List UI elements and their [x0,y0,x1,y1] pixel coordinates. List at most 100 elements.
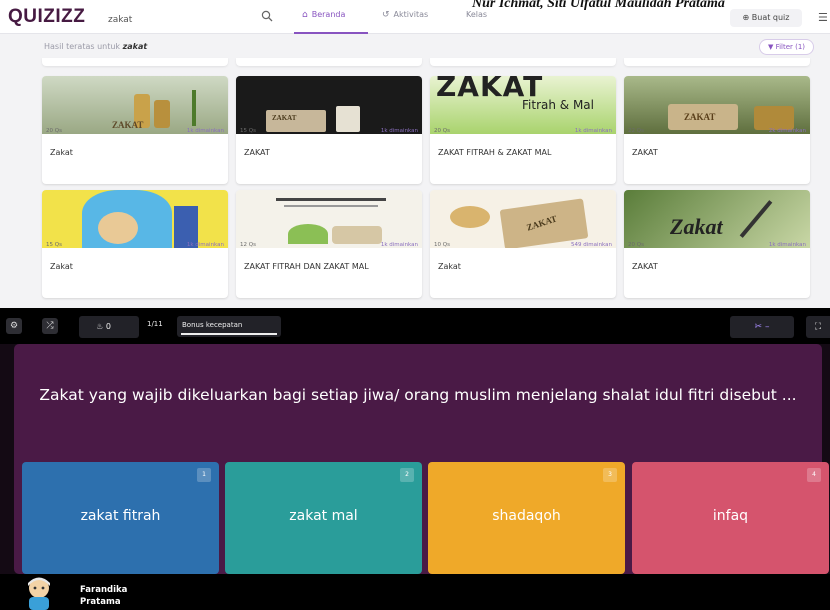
filter-button[interactable]: ▼ Filter (1) [759,39,814,55]
play-count: 1k dimainkan [768,242,806,248]
streak-value: 0 [105,322,111,331]
shuffle-icon: ⤮ [46,321,54,331]
results-heading-prefix: Hasil teratas untuk [44,42,121,51]
card-thumbnail: ZAKAT [430,190,616,248]
option-label: infaq [712,508,749,524]
tab-aktivitas[interactable]: ↺ Aktivitas [382,10,428,34]
quiz-card[interactable]: 15 Qs 1k dimainkan Zakat [42,190,228,298]
option-number: 4 [807,468,821,482]
plus-circle-icon: ⊕ [742,13,750,22]
card-stub [236,58,422,66]
option-label: shadaqoh [492,508,561,524]
question-count: 15 Qs [46,242,62,248]
quizizz-logo[interactable]: QUIZIZZ [8,6,85,28]
card-thumbnail [236,190,422,248]
card-title: Zakat [50,262,73,271]
speed-bonus-bar [181,333,277,335]
card-title: Zakat [438,262,461,271]
question-count: 10 Qs [434,242,450,248]
powerup-button[interactable]: ✂ – [730,316,794,338]
tab-beranda[interactable]: ⌂ Beranda [294,10,368,34]
fullscreen-button[interactable]: ⛶ [806,316,830,338]
option-number: 1 [197,468,211,482]
history-icon: ↺ [382,10,390,20]
question-count: 20 Qs [434,128,450,134]
game-toolbar: ⚙ ⤮ ♨ 0 1/11 Bonus kecepatan ✂ – ⛶ [0,308,830,344]
question-counter: 1/11 [147,320,163,328]
card-thumbnail: ZAKAT [42,76,228,134]
thumb-text: Zakat [670,214,723,239]
quiz-card[interactable]: Zakat 20 Qs 1k dimainkan ZAKAT [624,190,810,298]
question-count: 20 Qs [628,242,644,248]
answer-option-2[interactable]: 2 zakat mal [225,462,422,574]
card-stub [42,58,228,66]
powerup-label: – [764,322,770,332]
card-title: ZAKAT [244,148,270,157]
play-count: 1k dimainkan [186,128,224,134]
play-count: 549 dimainkan [571,242,612,248]
question-count: 12 Qs [240,242,256,248]
play-count: 1k dimainkan [186,242,224,248]
menu-icon[interactable]: ☰ [818,11,828,24]
card-title: ZAKAT FITRAH DAN ZAKAT MAL [244,262,369,271]
card-thumbnail [42,190,228,248]
powerup-icon: ✂ [754,322,763,332]
quiz-card[interactable]: ZAKAT Fitrah & Mal 20 Qs 1k dimainkan ZA… [430,76,616,184]
quiz-card[interactable]: ZAKAT 22 Qs 2k dimainkan ZAKAT [624,76,810,184]
filter-label: Filter (1) [775,43,806,51]
card-stub [430,58,616,66]
option-label: zakat mal [289,508,358,524]
play-count: 2k dimainkan [768,128,806,134]
thumb-text: ZAKAT [272,114,297,122]
streak-counter: ♨ 0 [79,316,139,338]
answer-option-1[interactable]: 1 zakat fitrah [22,462,219,574]
tab-kelas[interactable]: Kelas [466,10,487,34]
quiz-game-section: ⚙ ⤮ ♨ 0 1/11 Bonus kecepatan ✂ – ⛶ Zakat… [0,308,830,610]
thumb-text: ZAKAT [112,120,144,130]
search-box[interactable] [106,7,282,30]
results-heading-query: zakat [122,42,148,51]
card-thumbnail: ZAKAT Fitrah & Mal [430,76,616,134]
gear-icon: ⚙ [9,321,19,331]
avatar [28,577,50,610]
quiz-card[interactable]: 12 Qs 1k dimainkan ZAKAT FITRAH DAN ZAKA… [236,190,422,298]
play-count: 1k dimainkan [380,242,418,248]
answer-option-3[interactable]: 3 shadaqoh [428,462,625,574]
card-thumbnail: ZAKAT [624,76,810,134]
create-quiz-button[interactable]: ⊕ Buat quiz [730,9,802,27]
quiz-card[interactable]: ZAKAT 20 Qs 1k dimainkan Zakat [42,76,228,184]
card-title: ZAKAT [632,262,658,271]
fullscreen-icon: ⛶ [814,322,822,332]
player-name: Farandika Pratama [80,585,128,607]
tab-label: Beranda [311,10,346,19]
thumb-text: ZAKAT [684,112,716,122]
create-quiz-label: Buat quiz [751,13,790,22]
quiz-card[interactable]: ZAKAT 10 Qs 549 dimainkan Zakat [430,190,616,298]
answer-option-4[interactable]: 4 infaq [632,462,829,574]
question-count: 22 Qs [628,128,644,134]
card-title: ZAKAT [632,148,658,157]
card-thumbnail: Zakat [624,190,810,248]
question-count: 15 Qs [240,128,256,134]
thumb-subtext: Fitrah & Mal [522,98,594,112]
shuffle-button[interactable]: ⤮ [42,318,58,334]
option-number: 3 [603,468,617,482]
tab-label: Aktivitas [393,10,429,19]
search-results-section: QUIZIZZ ⌂Beranda ↺Aktivitas Kelas ⊕ Buat… [0,0,830,308]
question-count: 20 Qs [46,128,62,134]
question-text: Zakat yang wajib dikeluarkan bagi setiap… [39,386,797,404]
search-icon[interactable] [261,10,273,22]
play-count: 1k dimainkan [574,128,612,134]
corner-caption: Nur Ichmat, Siti Ulfatul Maulidah Pratam… [472,0,725,11]
filter-icon: ▼ [767,43,774,51]
option-number: 2 [400,468,414,482]
card-title: Zakat [50,148,73,157]
play-count: 1k dimainkan [380,128,418,134]
quiz-card[interactable]: ZAKAT 15 Qs 1k dimainkan ZAKAT [236,76,422,184]
card-stub [624,58,810,66]
flame-icon: ♨ [96,322,104,331]
card-title: ZAKAT FITRAH & ZAKAT MAL [438,148,552,157]
search-input[interactable] [106,10,282,30]
player-bar: Farandika Pratama [0,574,830,610]
settings-button[interactable]: ⚙ [6,318,22,334]
